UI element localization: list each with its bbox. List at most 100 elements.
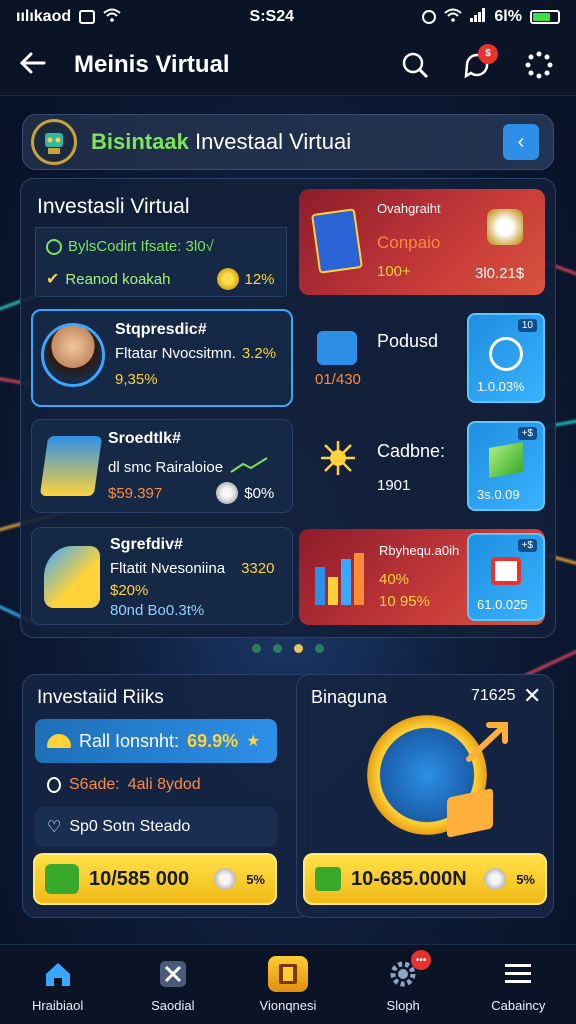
bonus-counter: 71625 xyxy=(471,687,516,704)
cell-title: Stqpresdic# xyxy=(115,321,207,338)
compass-icon xyxy=(319,439,357,477)
status-bar: ıılıkaod S:S24 6l% xyxy=(0,0,576,34)
carousel-dot[interactable] xyxy=(252,644,261,653)
coins-stack-icon xyxy=(487,209,523,245)
grid-cell-cadbne[interactable]: Cadbne: 1901 +$ 3s.0.09 xyxy=(299,419,545,513)
arrow-up-icon xyxy=(465,719,511,770)
blue-tile: +$ 61.0.025 xyxy=(467,533,545,621)
promo-banner[interactable]: Bisintaak Investaal Virtuai ‹ xyxy=(22,114,554,170)
bonus-amount-button[interactable]: 10-685.000N 5% xyxy=(303,853,547,905)
battery-icon xyxy=(529,10,560,24)
button-label: 10/585 000 xyxy=(89,867,190,890)
wifi-icon xyxy=(103,8,121,27)
gift-box-icon xyxy=(447,788,493,838)
grid-cell-stqpresdic[interactable]: Stqpresdic# Fltatar Nvocsitmn. 3.2% 9,35… xyxy=(31,309,293,407)
cell-line: dl smc Rairaloioe xyxy=(108,459,224,476)
coin-icon xyxy=(216,268,239,290)
robot-logo-icon xyxy=(31,119,77,165)
cell-title: Podusd xyxy=(377,331,439,351)
invest-amount-button[interactable]: 10/585 000 5% xyxy=(33,853,277,905)
document-icon xyxy=(311,208,363,274)
carousel-dot[interactable] xyxy=(315,644,324,653)
app-bar: Meinis Virtual $ xyxy=(0,34,576,96)
cell-value: $59.397 xyxy=(108,484,163,502)
cell-value: 3.2% xyxy=(241,345,277,362)
bonus-card: Binaguna 71625 ✕ 10-685.000N 5% xyxy=(296,674,554,918)
nav-item-menu[interactable]: Cabaincy xyxy=(468,956,568,1013)
wifi-icon xyxy=(444,8,463,27)
gear-icon: ••• xyxy=(383,950,432,992)
clock-icon xyxy=(46,238,62,255)
cell-amount: 1.0.03% xyxy=(477,379,525,394)
cell-value: 9,35% xyxy=(115,371,158,388)
grid-cell-investasli[interactable]: Investasli Virtual BylsCodirt Ifsate: 3l… xyxy=(31,187,291,297)
nav-label: Vionqnesi xyxy=(259,998,317,1013)
gift-icon xyxy=(491,557,521,585)
cell-value: $20% xyxy=(110,582,149,599)
cell-value: 12% xyxy=(244,270,275,288)
signal-icon xyxy=(470,7,486,27)
spinner-icon xyxy=(525,51,553,78)
cell-sub: 10 95% xyxy=(379,593,430,610)
risk-row-secondary[interactable]: S6ade: 4ali 8ydod xyxy=(35,767,277,803)
cell-amount: 61.0.025 xyxy=(477,597,528,612)
close-icon[interactable]: ✕ xyxy=(523,683,541,709)
cell-line: BylsCodirt Ifsate: 3l0√ xyxy=(68,238,214,255)
cell-value: 01/430 xyxy=(315,371,361,388)
notification-badge: ••• xyxy=(411,950,432,970)
nav-label: Sloph xyxy=(386,998,420,1013)
button-badge: 5% xyxy=(246,871,265,887)
notifications-button[interactable]: $ xyxy=(460,43,498,82)
cell-title: Rbyhequ.a0ih xyxy=(379,543,460,558)
back-button[interactable] xyxy=(19,48,56,82)
chevron-left-icon: ‹ xyxy=(517,130,525,153)
grid-cell-ovahgraiht[interactable]: Ovahgraiht Conpaio 100+ 3l0.21$ xyxy=(299,189,545,295)
box-icon xyxy=(39,436,103,496)
grid-cell-sroedtlk[interactable]: Sroedtlk# dl smc Rairaloioe $59.397 $0% xyxy=(31,419,293,513)
grid-cell-rbyhequ[interactable]: Rbyhequ.a0ih 40% 10 95% +$ 61.0.025 xyxy=(299,529,545,625)
cell-value: 100+ xyxy=(377,263,411,280)
nav-label: Cabaincy xyxy=(491,998,546,1013)
menu-icon xyxy=(498,956,538,992)
button-badge: 5% xyxy=(516,871,535,887)
coin-icon xyxy=(216,482,239,504)
loading-button[interactable] xyxy=(522,48,556,82)
nav-item-home[interactable]: Hraibiaol xyxy=(8,956,108,1013)
cell-line: Fltatar Nvocsitmn. xyxy=(115,345,236,362)
carousel-dot[interactable] xyxy=(273,644,282,653)
coin-icon xyxy=(214,868,237,890)
check-icon: ✔ xyxy=(46,271,60,288)
grid-cell-sgrefdiv[interactable]: Sgrefdiv# Fltatit Nvesoniina 3320 $20% 8… xyxy=(31,527,293,625)
wallet-icon xyxy=(315,867,341,891)
cell-amount: 3l0.21$ xyxy=(475,265,525,282)
cell-amount: 3s.0.09 xyxy=(477,487,520,502)
chart-icon xyxy=(317,331,357,365)
battery-label: 6l% xyxy=(494,8,522,25)
cell-value: 3320 xyxy=(241,560,275,577)
risk-card: Investaiid Riiks Rall Ionsnht: 69.9% ★ S… xyxy=(22,674,312,918)
cell-badge: $0% xyxy=(244,484,275,502)
grid-cell-podusd[interactable]: Podusd 01/430 10 1.0.03% xyxy=(299,309,545,407)
nav-item-tools[interactable]: Saodial xyxy=(123,956,223,1013)
risk-row-label: Rall Ionsnht: xyxy=(79,730,180,751)
home-icon xyxy=(38,956,78,992)
cube-icon xyxy=(489,442,523,478)
investment-grid: Investasli Virtual BylsCodirt Ifsate: 3l… xyxy=(20,178,556,638)
nav-item-settings[interactable]: ••• Sloph xyxy=(353,950,453,1013)
carousel-dot-active[interactable] xyxy=(294,644,303,653)
banner-action-button[interactable]: ‹ xyxy=(503,124,539,160)
cell-value: 1901 xyxy=(377,477,411,494)
helmet-icon xyxy=(47,734,71,748)
cell-value: 80nd Bo0.3t% xyxy=(110,602,205,619)
risk-row-value: 4ali 8ydod xyxy=(127,776,201,793)
nav-item-book[interactable]: Vionqnesi xyxy=(238,956,338,1013)
bottom-nav: Hraibiaol Saodial Vionqnesi ••• Sloph Ca… xyxy=(0,944,576,1024)
risk-row-primary[interactable]: Rall Ionsnht: 69.9% ★ xyxy=(35,719,277,763)
shield-icon xyxy=(47,777,61,793)
risk-row-tertiary[interactable]: ♡ Sp0 Sotn Steado xyxy=(35,807,277,847)
nav-label: Hraibiaol xyxy=(31,998,84,1013)
clock: S:S24 xyxy=(249,8,294,25)
search-button[interactable] xyxy=(398,48,432,82)
cell-title: Investasli Virtual xyxy=(37,195,190,218)
notification-badge: $ xyxy=(478,43,498,64)
